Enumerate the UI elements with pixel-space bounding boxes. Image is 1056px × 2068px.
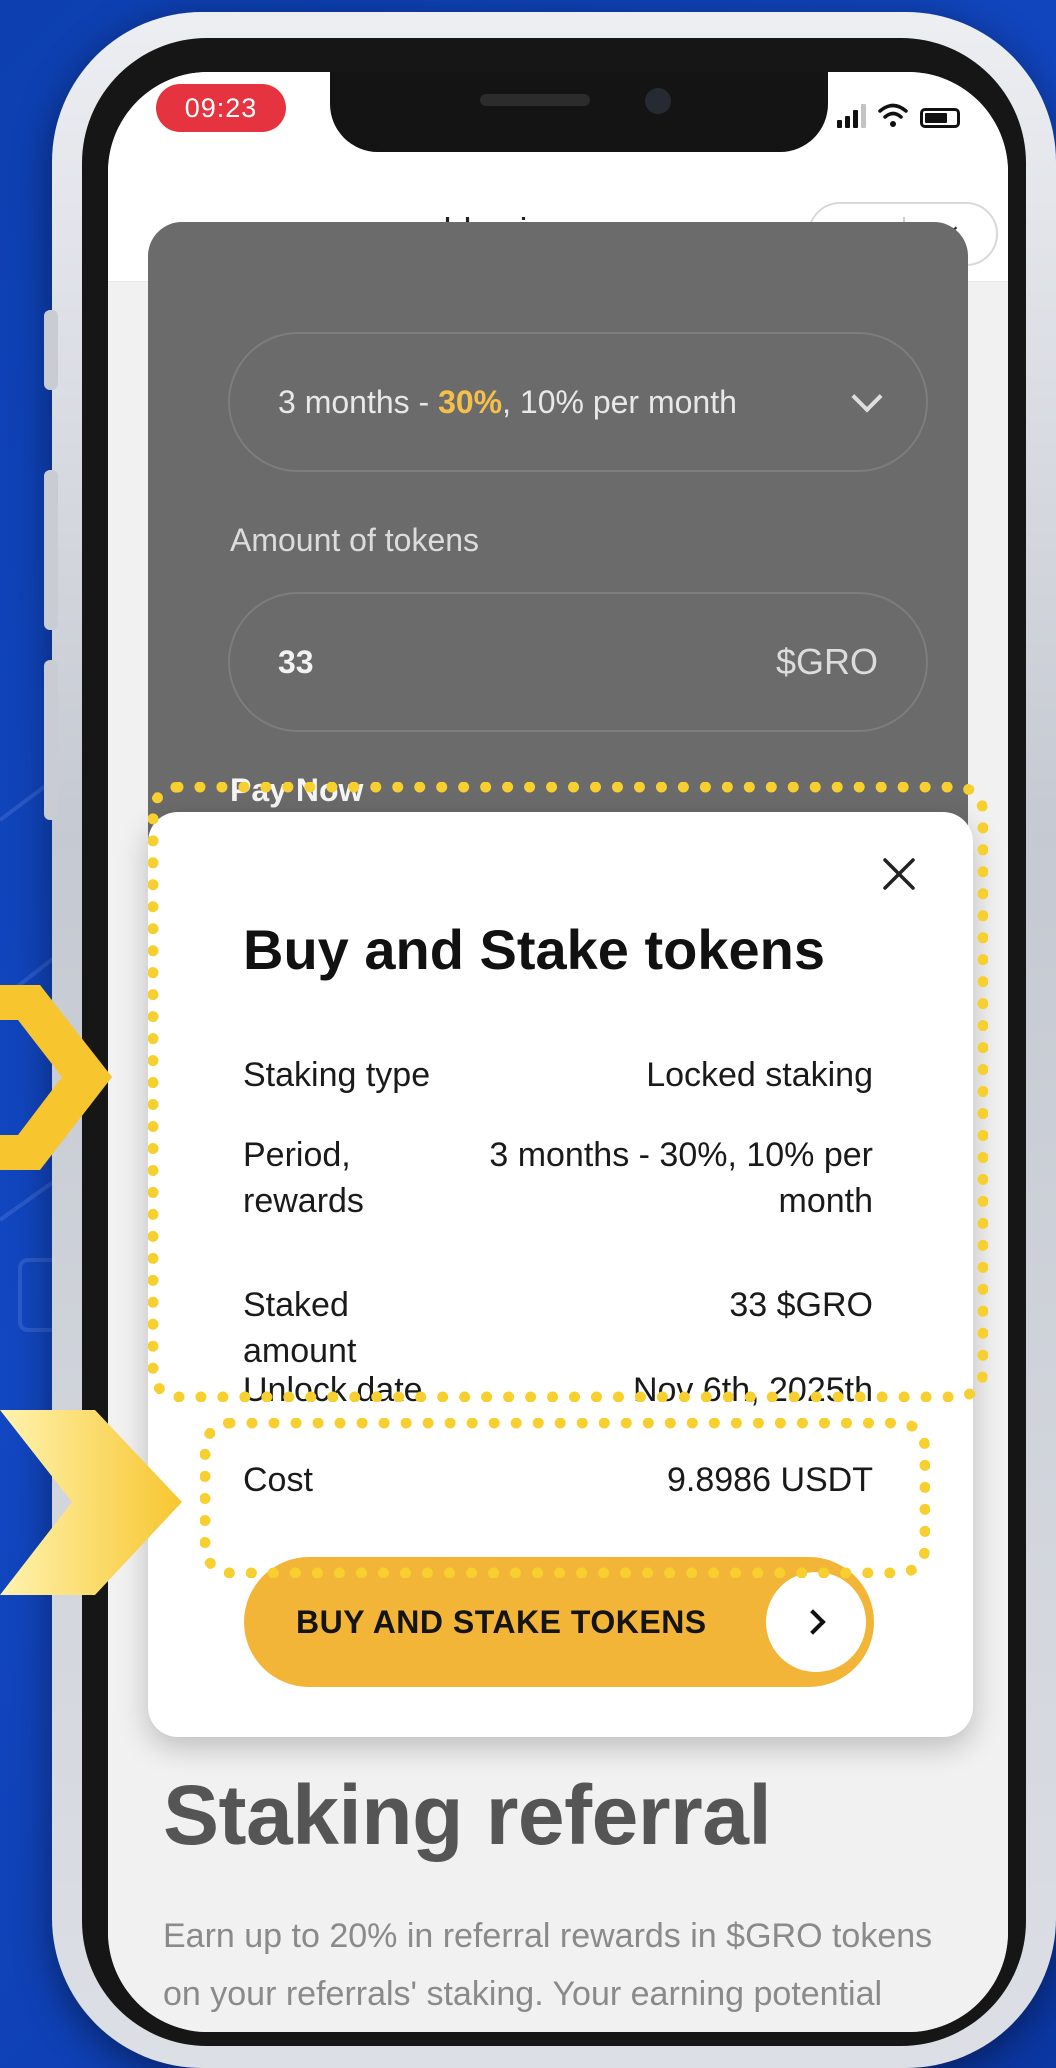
highlight-box-button — [200, 1418, 930, 1578]
status-time: 09:23 — [156, 84, 286, 132]
amount-unit: $GRO — [775, 641, 878, 682]
highlight-box-details — [148, 782, 988, 1402]
buy-and-stake-label: BUY AND STAKE TOKENS — [296, 1603, 707, 1640]
period-select[interactable]: 3 months - 30%, 10% per month — [228, 332, 928, 472]
section-description: Earn up to 20% in referral rewards in $G… — [163, 1917, 933, 2013]
period-select-value: 3 months - 30%, 10% per month — [278, 383, 737, 420]
status-bar: 09:23 — [108, 72, 1008, 182]
status-icons — [837, 102, 960, 128]
phone-side-button — [44, 310, 58, 390]
amount-input[interactable]: 33 $GRO — [228, 592, 928, 732]
phone-side-button — [44, 470, 58, 630]
pointer-arrow-icon — [0, 985, 112, 1170]
pointer-arrow-icon — [0, 1410, 182, 1595]
battery-icon — [920, 108, 960, 128]
speaker — [480, 94, 590, 106]
amount-value: 33 — [278, 643, 314, 680]
section-title: Staking referral — [163, 1768, 772, 1862]
chevron-down-icon — [851, 381, 883, 413]
camera — [645, 88, 671, 114]
phone-side-button — [44, 660, 58, 820]
notch — [330, 72, 828, 152]
signal-icon — [837, 104, 866, 128]
amount-label: Amount of tokens — [230, 522, 480, 558]
wifi-icon — [878, 103, 908, 127]
chevron-right-icon — [766, 1572, 866, 1672]
